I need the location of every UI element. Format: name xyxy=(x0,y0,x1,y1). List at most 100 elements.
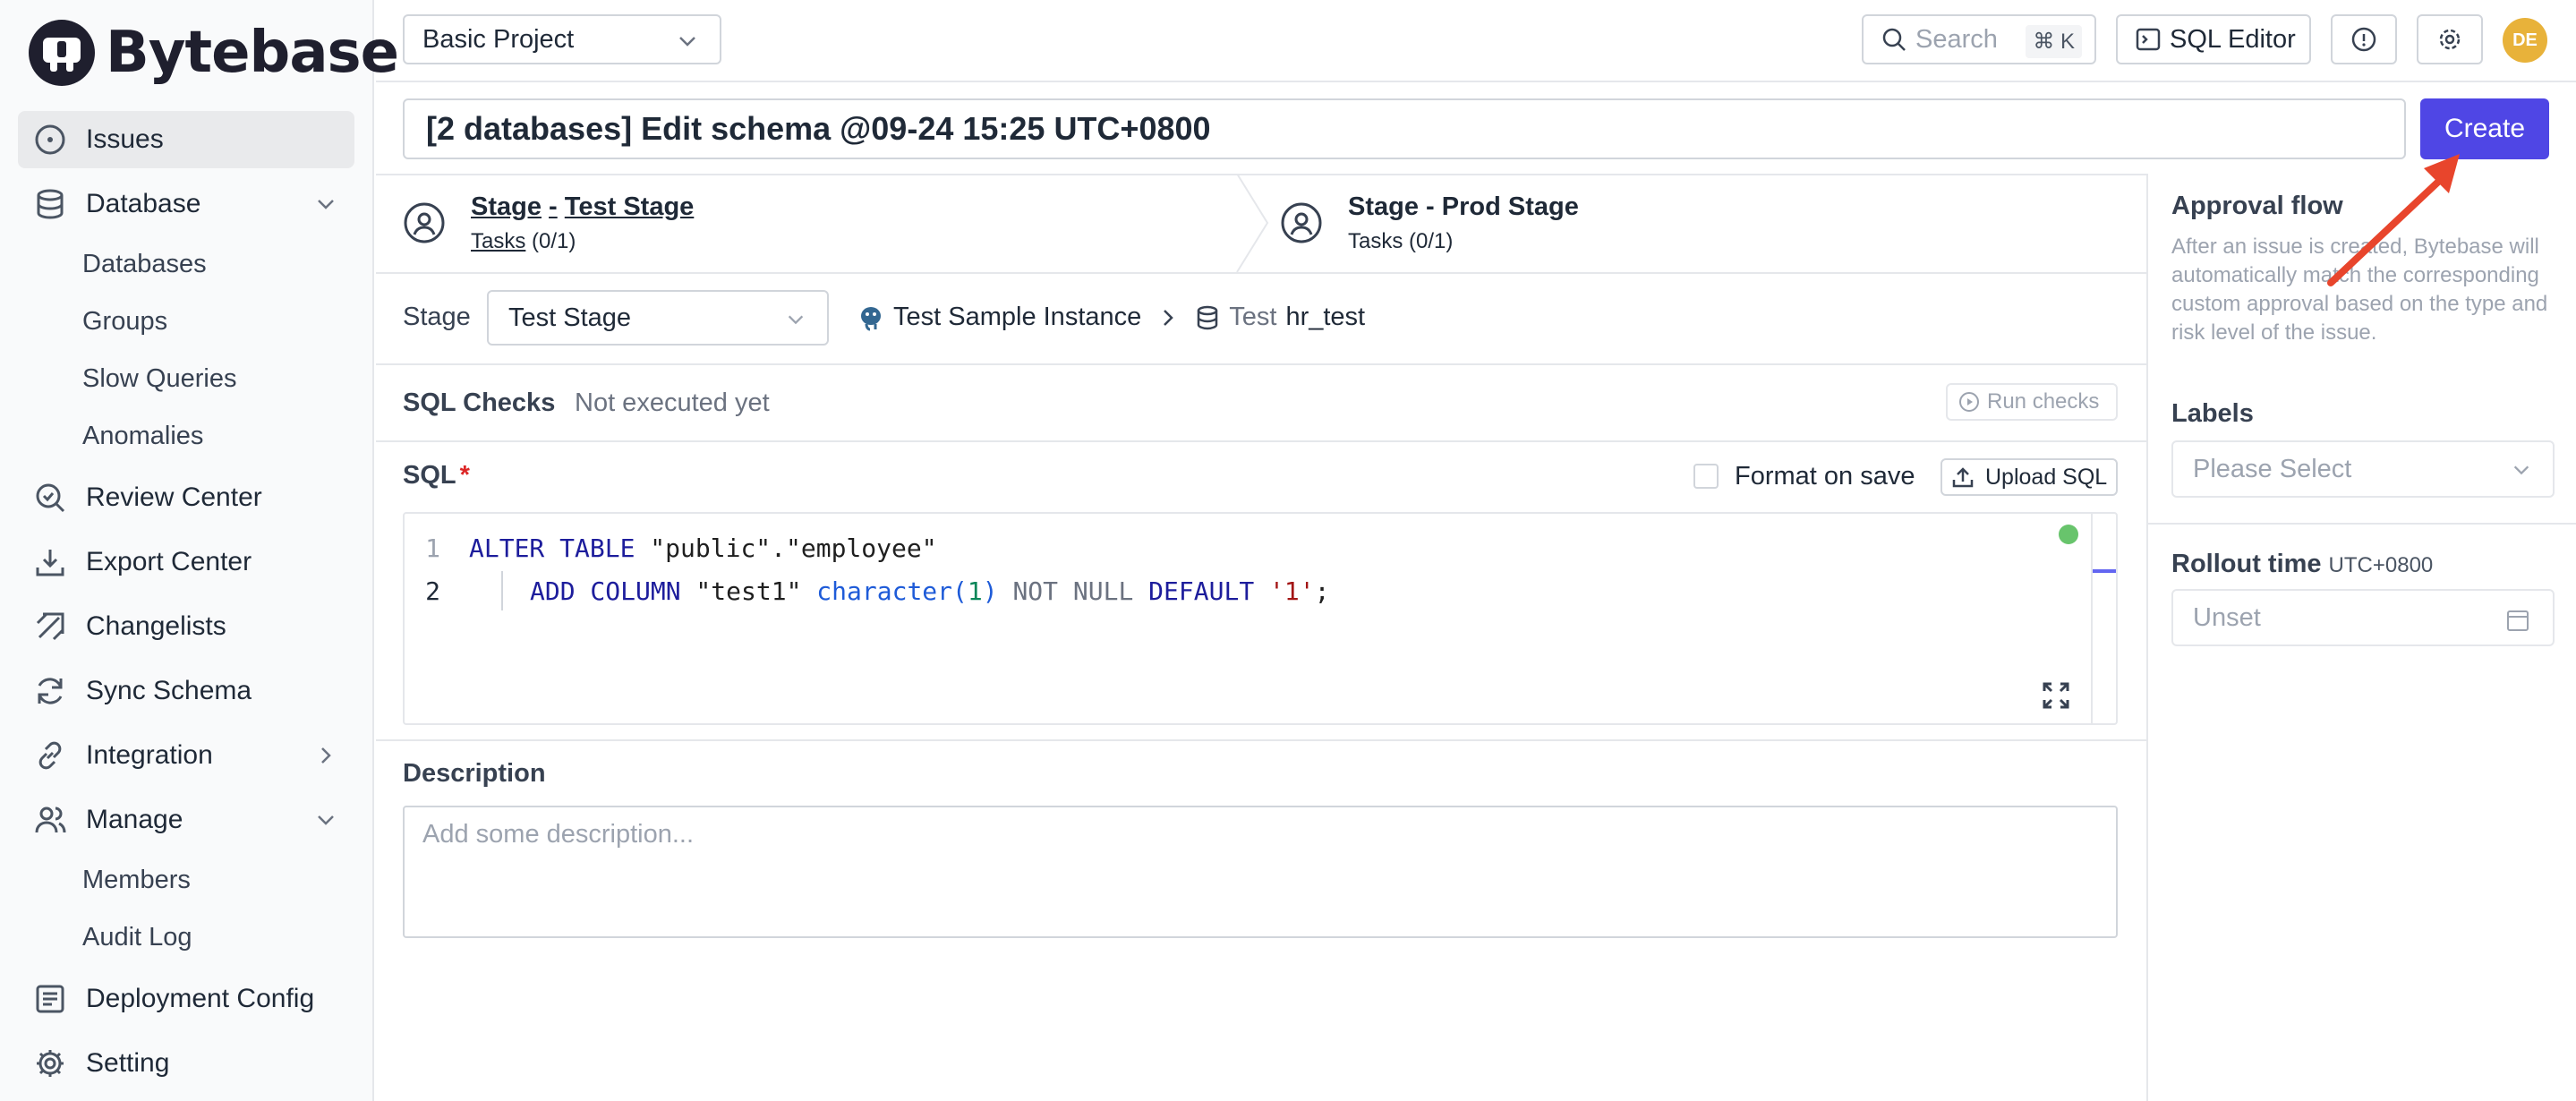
code-line-1: 1 ALTER TABLE "public"."employee" xyxy=(405,526,937,569)
code-line-2: 2 ADD COLUMN "test1" character(1) NOT NU… xyxy=(405,569,1329,612)
labels-title: Labels xyxy=(2171,399,2254,428)
format-on-save-checkbox[interactable] xyxy=(1693,464,1719,489)
chevron-down-icon xyxy=(2513,465,2529,475)
line-number: 2 xyxy=(425,576,440,606)
create-button[interactable]: Create xyxy=(2420,98,2549,159)
stage-select[interactable]: Test Stage xyxy=(487,290,829,346)
sidebar-item-integration[interactable]: Integration xyxy=(18,727,354,784)
gear-icon xyxy=(32,1046,68,1081)
sidebar-item-label: Changelists xyxy=(86,611,226,641)
sidebar-item-setting[interactable]: Setting xyxy=(18,1035,354,1092)
indent-guide xyxy=(501,571,503,610)
tasks-label: Tasks xyxy=(471,228,526,253)
sidebar-item-manage[interactable]: Manage xyxy=(18,791,354,849)
approval-flow-description: After an issue is created, Bytebase will… xyxy=(2171,235,2548,345)
sql-number: 1 xyxy=(967,576,983,606)
upload-sql-button[interactable]: Upload SQL xyxy=(1941,458,2118,496)
format-on-save-label[interactable]: Format on save xyxy=(1735,462,1915,491)
database-icon xyxy=(1198,305,1218,329)
stage-card-prod[interactable]: Stage - Prod Stage Tasks (0/1) xyxy=(1280,174,1579,272)
gear-icon xyxy=(2439,29,2461,50)
play-circle-icon xyxy=(1959,392,1979,412)
sidebar-item-label: Manage xyxy=(86,805,183,834)
labels-select[interactable]: Please Select xyxy=(2171,440,2555,498)
changelists-icon xyxy=(32,609,68,644)
sidebar-subitem-slow-queries[interactable]: Slow Queries xyxy=(82,354,236,403)
sidebar-item-label: Review Center xyxy=(86,482,262,512)
approval-flow-title: Approval flow xyxy=(2171,192,2343,220)
sql-checks-label: SQL Checks xyxy=(403,388,556,417)
sidebar-subitem-groups[interactable]: Groups xyxy=(82,297,167,346)
rollout-timezone: UTC+0800 xyxy=(2328,553,2434,577)
rollout-time-title: Rollout time UTC+0800 xyxy=(2171,550,2433,579)
issue-title-input[interactable]: [2 databases] Edit schema @09-24 15:25 U… xyxy=(403,98,2406,159)
sidebar-item-database[interactable]: Database xyxy=(18,175,354,233)
postgres-icon xyxy=(861,306,881,330)
sql-space xyxy=(1254,576,1269,606)
sidebar-item-label: Integration xyxy=(86,740,213,770)
sql-code-editor[interactable]: 1 ALTER TABLE "public"."employee" 2 ADD … xyxy=(403,512,2118,725)
chevron-down-icon xyxy=(788,315,804,325)
sql-keyword: ADD COLUMN xyxy=(530,576,681,606)
deployment-config-icon xyxy=(32,981,68,1017)
top-bar: Basic Project Search ⌘ K SQL Editor DE xyxy=(376,0,2576,82)
stage-select-value: Test Stage xyxy=(508,303,632,332)
run-checks-button[interactable]: Run checks xyxy=(1946,383,2118,421)
instance-name[interactable]: Test Sample Instance xyxy=(893,303,1141,332)
database-breadcrumb: Test Sample Instance Test hr_test xyxy=(857,303,1365,332)
stage-prefix: Stage xyxy=(471,192,542,221)
sidebar: Bytebase Issues Database Databases Group… xyxy=(0,0,399,1101)
logo[interactable]: Bytebase xyxy=(27,18,399,88)
help-button[interactable] xyxy=(2331,14,2397,64)
upload-sql-label: Upload SQL xyxy=(1985,464,2108,490)
database-name[interactable]: hr_test xyxy=(1285,303,1365,332)
sql-string: '1' xyxy=(1269,576,1315,606)
required-mark: * xyxy=(459,461,470,490)
search-placeholder: Search xyxy=(1915,24,1998,54)
sidebar-item-review-center[interactable]: Review Center xyxy=(18,469,354,526)
rollout-time-input[interactable]: Unset xyxy=(2171,589,2555,646)
sidebar-subitem-anomalies[interactable]: Anomalies xyxy=(82,412,203,460)
issue-sidebar-panel: Approval flow After an issue is created,… xyxy=(2146,174,2576,1101)
sql-identifier: "public"."employee" xyxy=(635,533,937,563)
project-select[interactable]: Basic Project xyxy=(403,14,721,64)
sidebar-item-sync-schema[interactable]: Sync Schema xyxy=(18,662,354,720)
bytebase-logo-icon xyxy=(29,20,95,86)
search-input[interactable]: Search ⌘ K xyxy=(1862,14,2096,64)
sql-checks-status: Not executed yet xyxy=(575,388,770,417)
stage-title: Stage - Prod Stage xyxy=(1348,192,1579,221)
description-input[interactable]: Add some description... xyxy=(403,806,2118,938)
run-checks-label: Run checks xyxy=(1987,389,2100,414)
app-name: Bytebase xyxy=(106,20,399,86)
calendar-icon xyxy=(2507,610,2529,631)
sql-keyword: DEFAULT xyxy=(1148,576,1255,606)
divider xyxy=(376,739,2146,741)
sidebar-item-changelists[interactable]: Changelists xyxy=(18,598,354,655)
sidebar-item-label: Export Center xyxy=(86,547,252,576)
terminal-icon xyxy=(2136,28,2161,51)
sql-editor-button[interactable]: SQL Editor xyxy=(2116,14,2311,64)
info-circle-icon xyxy=(2351,27,2376,52)
sql-label: SQL * xyxy=(403,461,470,491)
sidebar-item-issues[interactable]: Issues xyxy=(18,111,354,168)
stage-card-test[interactable]: Stage - Test Stage Tasks (0/1) xyxy=(403,174,694,272)
expand-icon[interactable] xyxy=(2041,680,2071,711)
stage-separator: - xyxy=(549,192,558,221)
sidebar-item-export-center[interactable]: Export Center xyxy=(18,533,354,591)
editor-scroll-ruler xyxy=(2091,514,2093,723)
environment-name: Test xyxy=(1229,303,1277,331)
chevron-down-icon xyxy=(679,37,695,47)
sql-keyword: ALTER TABLE xyxy=(469,533,635,563)
sidebar-subitem-databases[interactable]: Databases xyxy=(82,240,207,288)
sidebar-subitem-audit-log[interactable]: Audit Log xyxy=(82,913,192,961)
issues-icon xyxy=(32,122,68,158)
sidebar-item-deployment-config[interactable]: Deployment Config xyxy=(18,970,354,1028)
sql-terminator: ; xyxy=(1314,576,1330,606)
sql-paren: ( xyxy=(952,576,968,606)
sidebar-subitem-members[interactable]: Members xyxy=(82,856,191,904)
avatar[interactable]: DE xyxy=(2503,18,2547,63)
settings-button[interactable] xyxy=(2417,14,2483,64)
sql-editor-label: SQL Editor xyxy=(2170,24,2296,54)
divider xyxy=(2148,523,2576,525)
integration-icon xyxy=(32,738,68,773)
